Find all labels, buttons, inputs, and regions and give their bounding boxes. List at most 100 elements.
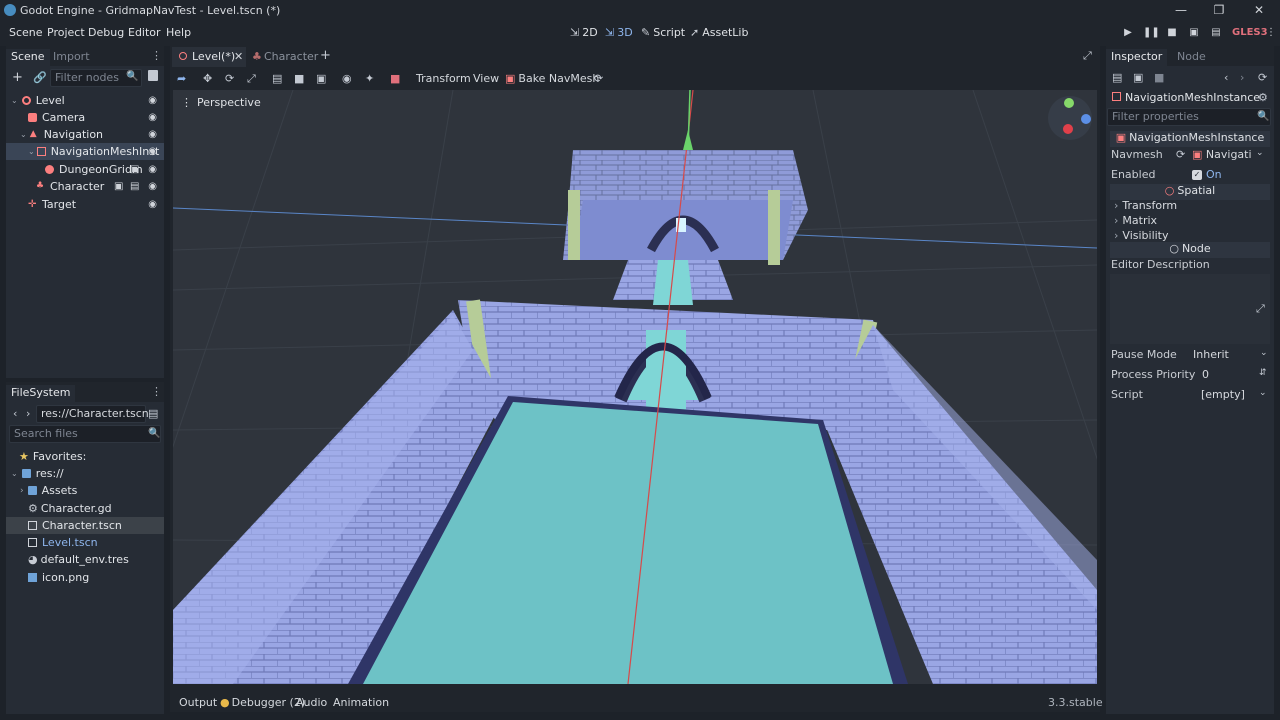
inspected-object-row[interactable]: NavigationMeshInstance ⚙: [1106, 91, 1274, 109]
visibility-eye-icon[interactable]: ◉: [148, 181, 157, 192]
group-visibility[interactable]: › Visibility: [1114, 229, 1169, 242]
tree-node-target[interactable]: ✛ Target ◉: [6, 196, 164, 213]
clear-navmesh-icon[interactable]: ⟳: [594, 72, 603, 85]
tree-node-navigation[interactable]: ⌄ ▲ Navigation ◉: [6, 126, 164, 143]
menu-editor[interactable]: Editor: [128, 26, 161, 39]
new-resource-icon[interactable]: ▤: [1112, 71, 1122, 84]
script-badge-icon[interactable]: ▤: [130, 181, 139, 192]
back-icon[interactable]: ‹: [13, 407, 17, 420]
fs-item-icon-png[interactable]: icon.png: [6, 569, 164, 586]
gridmap-badge-icon[interactable]: ▣: [130, 164, 139, 175]
play-icon[interactable]: ▶: [1121, 27, 1135, 39]
visibility-eye-icon[interactable]: ◉: [148, 112, 157, 123]
fs-item-character-gd[interactable]: ⚙ Character.gd: [6, 500, 164, 517]
collapse-arrow-icon[interactable]: ⌄: [11, 469, 18, 478]
camera-override-icon[interactable]: ■: [390, 72, 400, 85]
visibility-eye-icon[interactable]: ◉: [148, 95, 157, 106]
menu-debug[interactable]: Debug: [88, 26, 124, 39]
tree-node-camera[interactable]: Camera ◉: [6, 109, 164, 126]
transform-menu[interactable]: Transform: [416, 72, 471, 85]
distraction-free-icon[interactable]: ⤢: [1083, 49, 1092, 63]
favorites-row[interactable]: ★ Favorites:: [6, 448, 164, 465]
editor-description-textarea[interactable]: ⤢: [1110, 274, 1270, 344]
spinbox-arrows-icon[interactable]: ⇵: [1259, 368, 1267, 378]
local-space-icon[interactable]: ◉: [342, 72, 352, 85]
minimize-button[interactable]: —: [1164, 0, 1198, 20]
open-scene-icon[interactable]: ▣: [114, 181, 123, 192]
object-history-icon[interactable]: ⟳: [1258, 71, 1267, 84]
filter-properties-input[interactable]: Filter properties: [1107, 108, 1271, 126]
property-process-priority[interactable]: Process Priority 0 ⇵: [1106, 368, 1274, 386]
tab-node[interactable]: Node: [1172, 49, 1211, 63]
new-scene-tab-icon[interactable]: +: [320, 48, 331, 63]
collapse-arrow-icon[interactable]: ⌄: [28, 147, 35, 156]
tab-debugger[interactable]: ● Debugger (2): [220, 696, 305, 709]
menu-scene[interactable]: Scene: [9, 26, 43, 39]
property-navmesh[interactable]: Navmesh ⟳ ▣ Navigati ⌄: [1106, 148, 1274, 166]
dropdown-arrow-icon[interactable]: ⌄: [1256, 148, 1264, 158]
tab-inspector[interactable]: Inspector: [1106, 49, 1168, 66]
history-forward-icon[interactable]: ›: [1240, 71, 1244, 84]
fs-item-level-tscn[interactable]: Level.tscn: [6, 534, 164, 551]
script-attach-icon[interactable]: [148, 70, 158, 81]
bake-navmesh-button[interactable]: ▣ Bake NavMesh: [505, 72, 599, 85]
collapse-arrow-icon[interactable]: ⌄: [11, 96, 18, 105]
mode-assetlib-button[interactable]: ➚ AssetLib: [690, 26, 748, 39]
view-menu[interactable]: View: [473, 72, 499, 85]
expand-arrow-icon[interactable]: ›: [20, 486, 24, 496]
scene-tab-level[interactable]: Level(*) ✕: [172, 47, 246, 67]
tab-scene[interactable]: Scene: [6, 49, 50, 66]
split-view-icon[interactable]: ▤: [148, 407, 158, 420]
scale-tool-icon[interactable]: ⤢: [247, 72, 256, 86]
reset-icon[interactable]: ⟳: [1176, 148, 1185, 161]
tree-node-dungeongridmap[interactable]: DungeonGridm ▣ ◉: [6, 161, 164, 178]
menu-help[interactable]: Help: [166, 26, 191, 39]
collapse-arrow-icon[interactable]: ⌄: [20, 130, 27, 139]
visibility-eye-icon[interactable]: ◉: [148, 199, 157, 210]
visibility-eye-icon[interactable]: ◉: [148, 146, 157, 157]
tree-node-character[interactable]: ♣ Character ▣ ▤ ◉: [6, 178, 164, 195]
instance-scene-icon[interactable]: 🔗: [33, 71, 47, 84]
fs-item-assets[interactable]: › Assets: [6, 482, 164, 499]
navmesh-resource-field[interactable]: ▣ Navigati: [1192, 148, 1252, 161]
tree-node-level[interactable]: ⌄ Level ◉: [6, 92, 164, 109]
move-tool-icon[interactable]: ✥: [203, 72, 212, 85]
viewport-perspective-menu[interactable]: ⋮ Perspective: [181, 96, 261, 109]
script-resource-field[interactable]: [empty]: [1201, 388, 1245, 401]
tab-filesystem[interactable]: FileSystem: [6, 385, 76, 402]
dropdown-arrow-icon[interactable]: ⌄: [1259, 388, 1267, 398]
menu-project[interactable]: Project: [47, 26, 85, 39]
gizmo-y-axis[interactable]: [1064, 98, 1074, 108]
renderer-label[interactable]: GLES3: [1232, 27, 1268, 38]
property-pause-mode[interactable]: Pause Mode Inherit ⌄: [1106, 348, 1274, 366]
pause-mode-select[interactable]: Inherit: [1193, 348, 1229, 361]
stop-icon[interactable]: ■: [1165, 27, 1179, 39]
object-properties-icon[interactable]: ⚙: [1258, 91, 1268, 104]
dropdown-arrow-icon[interactable]: ⌄: [1260, 348, 1268, 358]
rotate-tool-icon[interactable]: ⟳: [225, 72, 234, 85]
group-icon[interactable]: ▣: [316, 72, 326, 85]
open-resource-icon[interactable]: ▣: [1133, 71, 1143, 84]
forward-icon[interactable]: ›: [26, 407, 30, 420]
fs-item-character-tscn[interactable]: Character.tscn: [6, 517, 164, 534]
gizmo-z-axis[interactable]: [1081, 114, 1091, 124]
res-root-row[interactable]: ⌄ res://: [6, 465, 164, 482]
close-window-button[interactable]: ✕: [1242, 0, 1276, 20]
select-tool-icon[interactable]: ➦: [177, 72, 186, 85]
expand-textarea-icon[interactable]: ⤢: [1256, 302, 1265, 316]
scene-tab-character[interactable]: ♣ Character: [250, 47, 322, 67]
visibility-eye-icon[interactable]: ◉: [148, 164, 157, 175]
tab-import[interactable]: Import: [48, 49, 95, 63]
tree-node-navmeshinstance[interactable]: ⌄ NavigationMeshInst ◉: [6, 143, 164, 160]
3d-viewport[interactable]: ⋮ Perspective: [173, 90, 1097, 684]
search-files-input[interactable]: Search files: [9, 425, 161, 443]
snap-icon[interactable]: ✦: [365, 72, 374, 85]
group-transform[interactable]: › Transform: [1114, 199, 1177, 212]
maximize-button[interactable]: ❐: [1202, 0, 1236, 20]
list-select-icon[interactable]: ▤: [272, 72, 282, 85]
save-resource-icon[interactable]: ■: [1154, 71, 1164, 84]
enabled-checkbox[interactable]: ✓: [1192, 170, 1202, 180]
group-matrix[interactable]: › Matrix: [1114, 214, 1157, 227]
close-tab-icon[interactable]: ✕: [234, 50, 243, 63]
tab-output[interactable]: Output: [179, 696, 217, 709]
